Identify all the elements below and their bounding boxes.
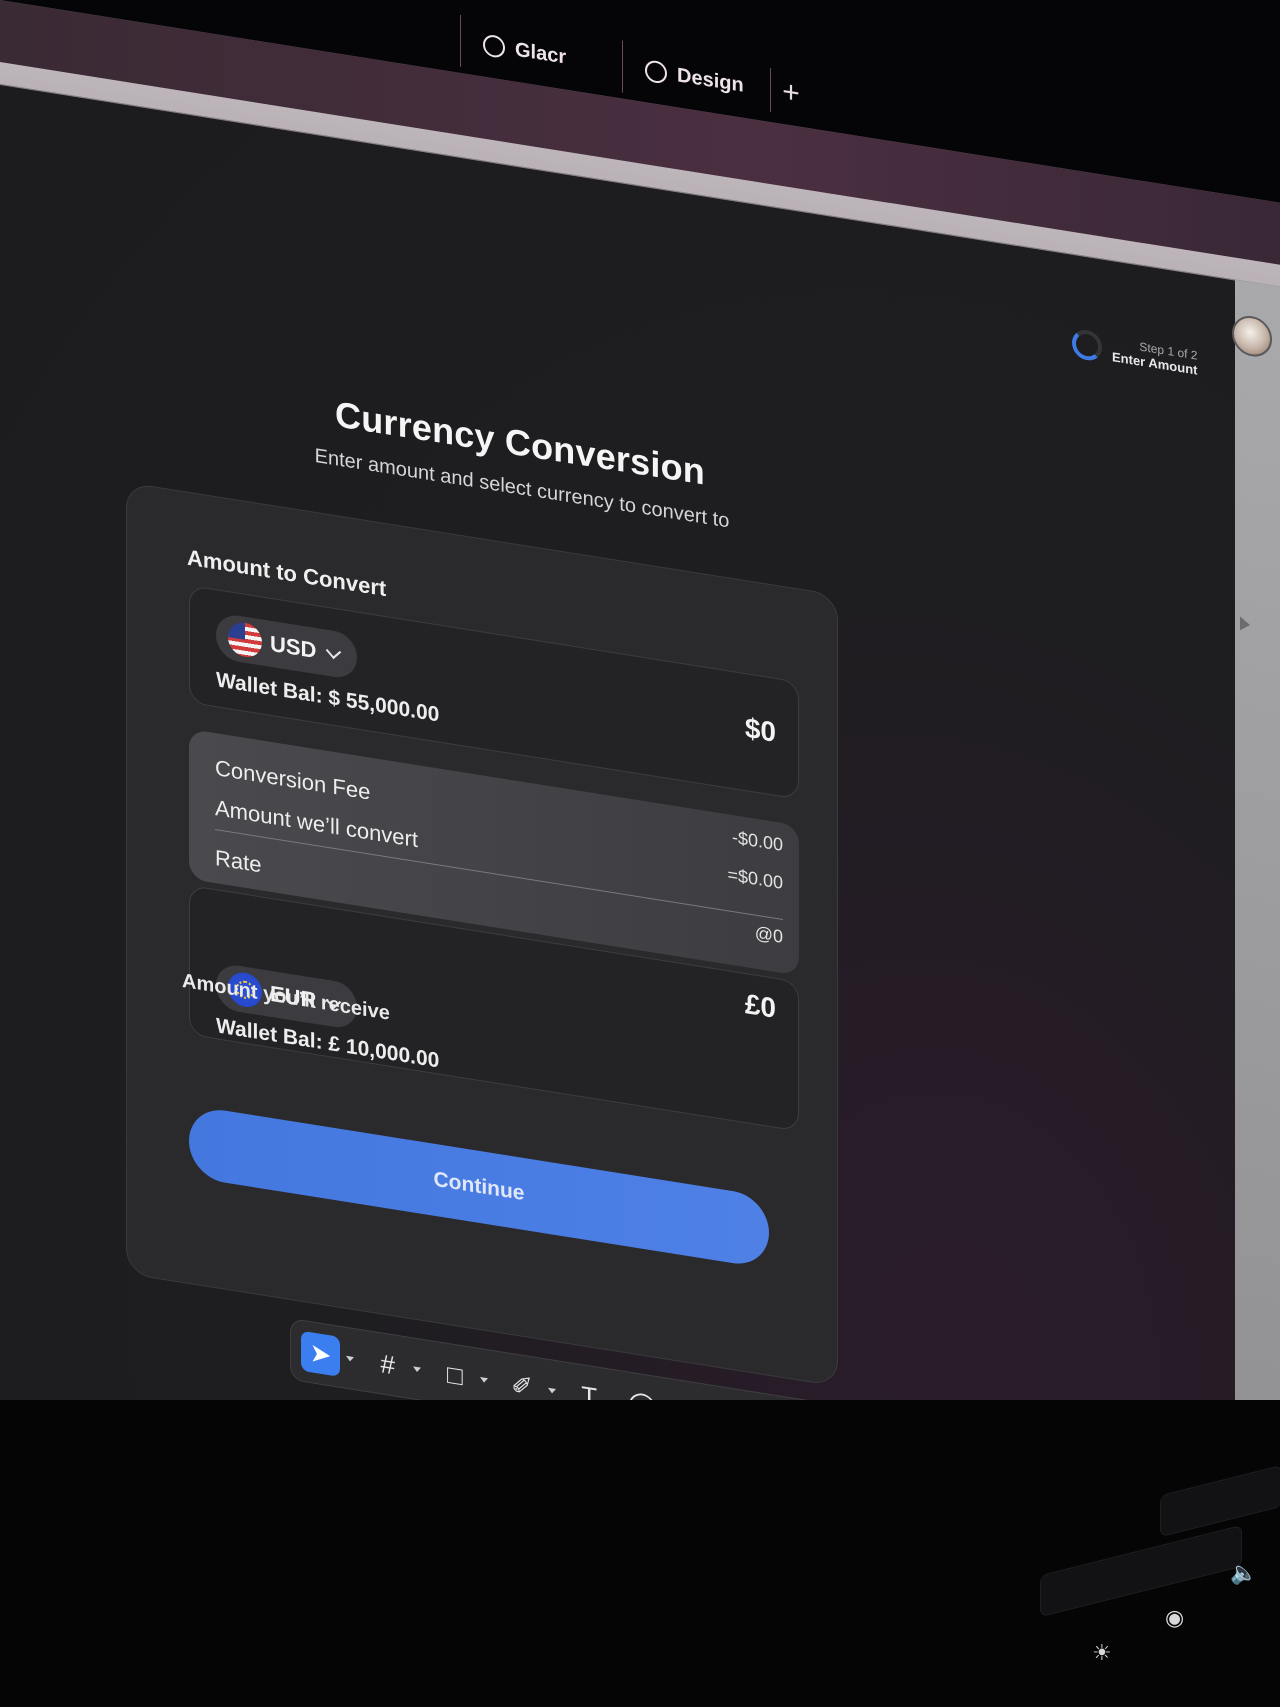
from-currency-code: USD bbox=[270, 630, 317, 664]
continue-button[interactable]: Continue bbox=[189, 1104, 769, 1269]
tab-glacr[interactable]: Glacr bbox=[460, 14, 589, 88]
caret-down-icon[interactable] bbox=[480, 1376, 489, 1383]
laptop-photo: 7500 7600 7700 7800 7900 8000 8100 8200 … bbox=[0, 0, 1280, 1707]
frame-tool-icon[interactable]: # bbox=[368, 1341, 407, 1387]
tab-label: Glacr bbox=[515, 38, 567, 69]
laptop-keyboard: ☀ ◉ 🔈 bbox=[0, 1400, 1280, 1707]
from-currency-select[interactable]: USD bbox=[216, 612, 358, 681]
tab-design[interactable]: Design bbox=[622, 40, 766, 116]
figma-canvas: 7500 7600 7700 7800 7900 8000 8100 8200 … bbox=[0, 0, 1280, 1603]
rate-value: @0 bbox=[754, 922, 783, 948]
amount-convert-value: =$0.00 bbox=[727, 864, 783, 894]
tab-label: Design bbox=[677, 63, 744, 97]
us-flag-icon bbox=[228, 620, 262, 660]
caret-down-icon[interactable] bbox=[547, 1387, 556, 1394]
keyboard-key bbox=[1040, 1524, 1242, 1618]
new-tab-button[interactable]: + bbox=[770, 67, 811, 119]
step-indicator: Step 1 of 2 Enter Amount bbox=[1072, 327, 1197, 378]
figma-draw-icon bbox=[483, 33, 505, 59]
brightness-icon: ☀ bbox=[1092, 1640, 1112, 1665]
rate-label: Rate bbox=[215, 845, 262, 878]
volume-icon: 🔈 bbox=[1230, 1560, 1258, 1585]
caret-down-icon[interactable] bbox=[413, 1365, 422, 1373]
rectangle-tool-icon[interactable]: □ bbox=[435, 1352, 474, 1398]
move-tool-icon[interactable]: ➤ bbox=[301, 1330, 341, 1377]
progress-ring-icon bbox=[1072, 327, 1102, 363]
wallet-value: £ 10,000.00 bbox=[328, 1032, 440, 1073]
present-icon[interactable] bbox=[1240, 616, 1250, 632]
caret-down-icon[interactable] bbox=[346, 1355, 355, 1362]
from-wallet-balance: Wallet Bal: $ 55,000.00 bbox=[216, 668, 439, 727]
properties-panel bbox=[1235, 279, 1280, 1587]
figma-draw-icon bbox=[645, 59, 667, 85]
conversion-fee-value: -$0.00 bbox=[731, 826, 783, 856]
from-amount-value[interactable]: $0 bbox=[745, 712, 776, 749]
siri-icon: ◉ bbox=[1165, 1605, 1185, 1630]
step-text: Step 1 of 2 Enter Amount bbox=[1112, 335, 1197, 377]
conversion-card: Amount to Convert USD Wallet Bal: $ 55,0… bbox=[126, 481, 838, 1387]
wallet-value: $ 55,000.00 bbox=[328, 686, 440, 727]
wallet-prefix: Wallet Bal: bbox=[216, 668, 323, 709]
chevron-down-icon bbox=[326, 643, 342, 660]
to-amount-value: £0 bbox=[744, 987, 776, 1024]
keyboard-key bbox=[1160, 1464, 1280, 1538]
